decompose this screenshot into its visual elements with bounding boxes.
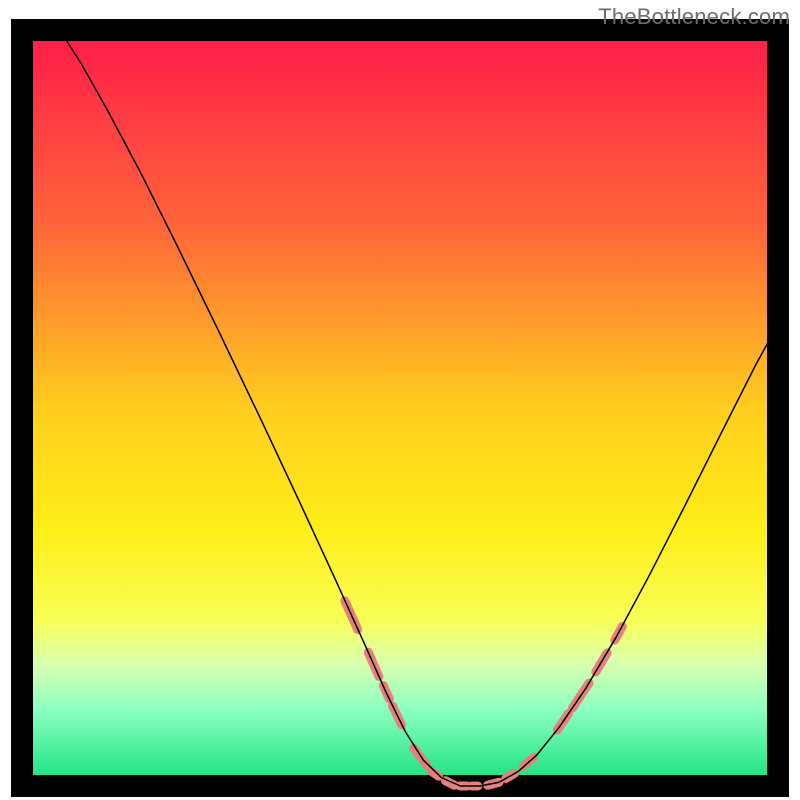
chart-svg (0, 0, 800, 800)
chart-stage: TheBottleneck.com (0, 0, 800, 800)
watermark-label: TheBottleneck.com (598, 4, 790, 30)
chart-background (22, 30, 778, 786)
